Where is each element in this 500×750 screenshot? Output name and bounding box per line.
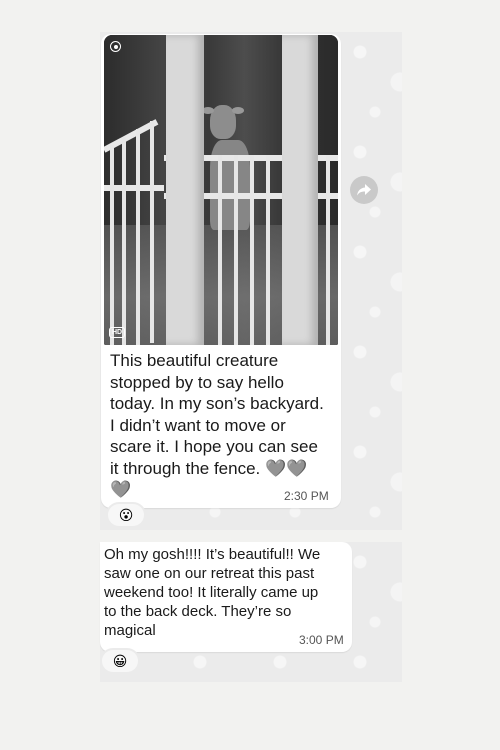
reaction-emoji: 😮 xyxy=(118,506,134,523)
message-text: This beautiful creature stopped by to sa… xyxy=(110,351,324,499)
photo-fence-picket xyxy=(110,145,114,345)
message-timestamp: 3:00 PM xyxy=(299,633,344,647)
message-text: Oh my gosh!!!! It’s beautiful!! We saw o… xyxy=(104,546,321,639)
photo-fence-post xyxy=(166,35,204,345)
photo-fence-picket xyxy=(234,155,238,345)
photo-fence-picket xyxy=(136,129,140,345)
photo-fence-picket xyxy=(266,155,270,345)
reaction-emoji: 😀 xyxy=(112,652,128,669)
message-photo[interactable]: HD xyxy=(104,35,338,345)
message-timestamp: 2:30 PM xyxy=(284,489,329,503)
message-reaction[interactable]: 😮 xyxy=(108,504,144,526)
photo-deer-ear xyxy=(232,107,244,114)
photo-fence-picket xyxy=(122,137,126,345)
forward-button[interactable] xyxy=(350,176,378,204)
message-reaction[interactable]: 😀 xyxy=(102,650,138,672)
photo-fence-picket xyxy=(150,121,154,343)
photo-deer xyxy=(210,140,250,230)
forward-arrow-icon xyxy=(357,184,371,196)
circle-dot-icon xyxy=(110,41,121,52)
photo-fence-post xyxy=(282,35,318,345)
photo-fence-picket xyxy=(326,155,330,345)
hd-badge: HD xyxy=(109,327,126,338)
photo-fence-picket xyxy=(218,155,222,345)
photo-fence-picket xyxy=(250,155,254,345)
